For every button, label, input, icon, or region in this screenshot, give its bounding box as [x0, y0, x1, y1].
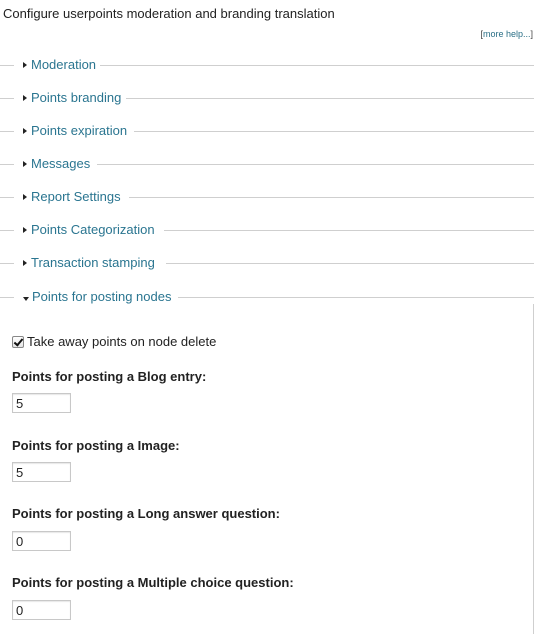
divider	[97, 164, 534, 165]
fieldset-toggle-transaction-stamping[interactable]: Transaction stamping	[20, 255, 158, 270]
fieldset-moderation: Moderation	[0, 57, 534, 72]
triangle-right-icon	[23, 194, 27, 200]
fieldset-messages: Messages	[0, 156, 534, 171]
triangle-right-icon	[23, 62, 27, 68]
divider	[0, 297, 14, 298]
triangle-right-icon	[23, 128, 27, 134]
divider	[0, 263, 14, 264]
long-answer-points-label: Points for posting a Long answer questio…	[12, 506, 280, 521]
long-answer-points-input[interactable]	[12, 531, 71, 551]
divider	[166, 263, 534, 264]
take-away-points-label: Take away points on node delete	[27, 334, 217, 349]
divider	[0, 164, 14, 165]
divider	[100, 65, 534, 66]
page-description: Configure userpoints moderation and bran…	[3, 6, 335, 21]
fieldset-transaction-stamping: Transaction stamping	[0, 255, 534, 270]
fieldset-toggle-report-settings[interactable]: Report Settings	[20, 189, 124, 204]
divider	[164, 230, 534, 231]
blog-entry-points-label: Points for posting a Blog entry:	[12, 369, 207, 384]
fieldset-toggle-points-categorization[interactable]: Points Categorization	[20, 222, 158, 237]
blog-entry-points-input[interactable]	[12, 393, 71, 413]
divider	[178, 297, 534, 298]
fieldset-toggle-moderation[interactable]: Moderation	[20, 57, 100, 72]
more-help-link[interactable]: [more help...]	[480, 29, 533, 39]
image-points-label: Points for posting a Image:	[12, 438, 180, 453]
triangle-right-icon	[23, 227, 27, 233]
triangle-right-icon	[23, 260, 27, 266]
take-away-points-checkbox[interactable]	[12, 335, 24, 348]
fieldset-toggle-messages[interactable]: Messages	[20, 156, 94, 171]
divider	[0, 230, 14, 231]
multiple-choice-points-label: Points for posting a Multiple choice que…	[12, 575, 294, 590]
triangle-down-icon	[23, 297, 29, 301]
divider	[0, 197, 14, 198]
fieldset-toggle-points-branding[interactable]: Points branding	[20, 90, 125, 105]
more-help-label: more help...	[482, 29, 531, 39]
fieldset-points-expiration: Points expiration	[0, 123, 534, 138]
fieldset-points-categorization: Points Categorization	[0, 222, 534, 237]
fieldset-points-branding: Points branding	[0, 90, 534, 105]
multiple-choice-points-input[interactable]	[12, 600, 71, 620]
fieldset-toggle-points-expiration[interactable]: Points expiration	[20, 123, 131, 138]
divider	[129, 197, 534, 198]
triangle-right-icon	[23, 161, 27, 167]
divider	[0, 98, 14, 99]
fieldset-toggle-points-for-posting-nodes[interactable]: Points for posting nodes	[20, 289, 175, 304]
take-away-points-checkbox-row[interactable]: Take away points on node delete	[12, 334, 216, 349]
divider	[134, 131, 534, 132]
divider	[0, 131, 14, 132]
image-points-input[interactable]	[12, 462, 71, 482]
divider	[126, 98, 534, 99]
divider	[0, 65, 14, 66]
fieldset-report-settings: Report Settings	[0, 189, 534, 204]
triangle-right-icon	[23, 95, 27, 101]
fieldset-points-for-posting-nodes: Points for posting nodes	[0, 289, 534, 304]
